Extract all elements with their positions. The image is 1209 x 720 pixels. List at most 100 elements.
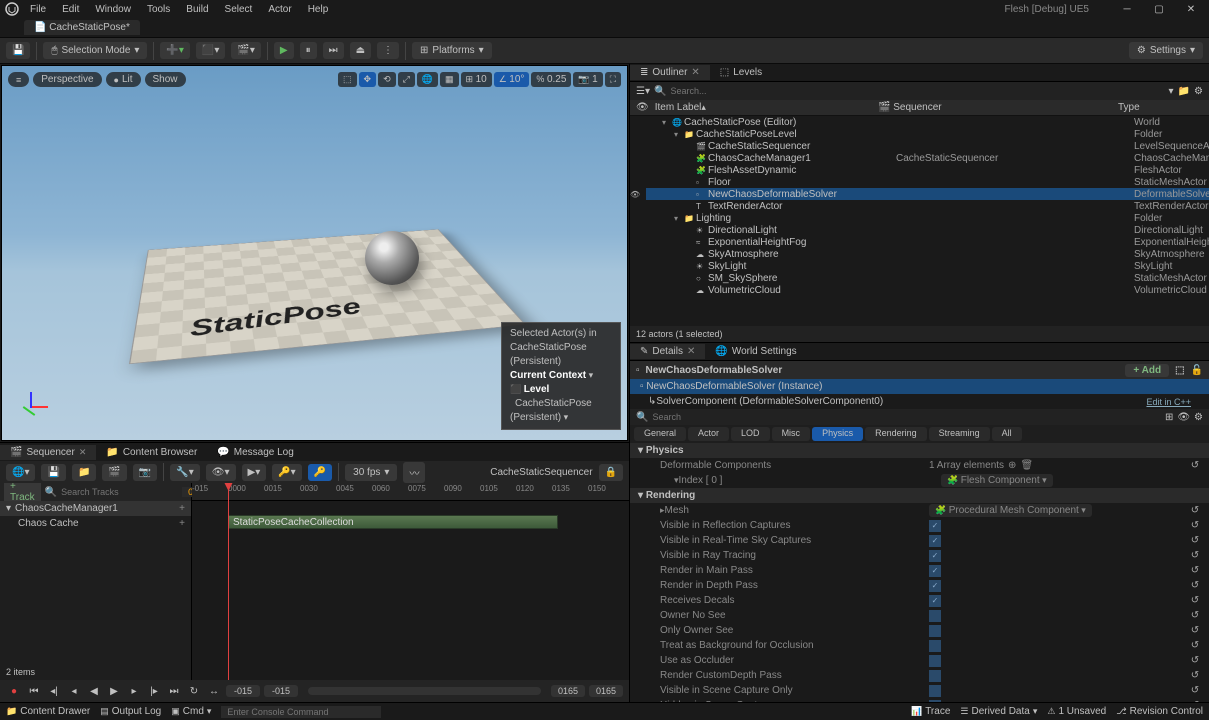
menu-build[interactable]: Build <box>178 2 216 17</box>
seq-clip[interactable]: StaticPoseCacheCollection <box>228 515 558 529</box>
menu-window[interactable]: Window <box>87 2 139 17</box>
reset-icon[interactable]: ↺ <box>1189 685 1201 696</box>
reset-icon[interactable]: ↺ <box>1189 565 1201 576</box>
outliner-row[interactable]: ☀SkyLightSkyLight <box>646 260 1209 272</box>
pause-button[interactable]: ⏸ <box>300 42 317 59</box>
seq-render-button[interactable]: 🎬 <box>102 464 126 481</box>
scale-snap[interactable]: % 0.25 <box>531 72 571 87</box>
angle-snap[interactable]: ∠ 10° <box>494 72 530 87</box>
maximize-viewport[interactable]: ⛶ <box>605 72 621 87</box>
reset-icon[interactable]: ↺ <box>1189 655 1201 666</box>
seq-work-start[interactable]: -015 <box>264 685 298 697</box>
console-input[interactable] <box>221 706 381 718</box>
tab-details[interactable]: ✎ Details ✕ <box>630 344 705 359</box>
outliner-row[interactable]: ▾📁LightingFolder <box>646 212 1209 224</box>
coord-toggle[interactable]: 🌐 <box>417 72 438 87</box>
gear-icon[interactable]: ⚙ <box>1194 412 1203 423</box>
blueprint-icon[interactable]: ⬚ <box>1175 365 1184 376</box>
outliner-row[interactable]: ○SM_SkySphereStaticMeshActor <box>646 272 1209 284</box>
prev-key-button[interactable]: ◂| <box>46 683 62 699</box>
seq-range-end[interactable]: 0165 <box>589 685 623 697</box>
section-physics[interactable]: ▾ Physics <box>630 443 1209 458</box>
outliner-row[interactable]: ≈ExponentialHeightFogExponentialHeightFo… <box>646 236 1209 248</box>
settings-dropdown[interactable]: ⚙ Settings ▾ <box>1129 42 1203 59</box>
show-dropdown[interactable]: Show <box>145 72 186 87</box>
checkbox[interactable] <box>929 685 941 697</box>
step-fwd-button[interactable]: ▸ <box>126 683 142 699</box>
level-tab[interactable]: 📄 CacheStaticPose* <box>24 20 140 35</box>
outliner-row[interactable]: 🧩ChaosCacheManager1CacheStaticSequencerC… <box>646 152 1209 164</box>
reset-icon[interactable]: ↺ <box>1189 520 1201 531</box>
goto-end-button[interactable]: ⏭ <box>166 683 182 699</box>
outliner-row[interactable]: 👁▫NewChaosDeformableSolverDeformableSolv… <box>646 188 1209 200</box>
viewport[interactable]: ≡ Perspective ● Lit Show ⬚ ✥ ⟲ ⤢ 🌐 ▦ ⊞ 1… <box>1 65 628 441</box>
seq-autokey-button[interactable]: 🔑 <box>308 464 332 481</box>
outliner-row[interactable]: ▫FloorStaticMeshActor <box>646 176 1209 188</box>
reset-icon[interactable]: ↺ <box>1189 550 1201 561</box>
seq-actions-button[interactable]: 🔧▾ <box>170 464 199 481</box>
cmd-dropdown[interactable]: ▣ Cmd ▾ <box>171 706 211 717</box>
seq-playback-button[interactable]: ▶▾ <box>242 464 267 481</box>
tab-message-log[interactable]: 💬 Message Log <box>207 445 304 460</box>
add-component-button[interactable]: + Add <box>1125 364 1169 377</box>
grid-snap[interactable]: ⊞ 10 <box>461 72 492 87</box>
outliner-search-input[interactable] <box>670 86 1164 96</box>
tab-sequencer[interactable]: 🎬 Sequencer ✕ <box>0 445 96 460</box>
outliner-row[interactable]: ☀DirectionalLightDirectionalLight <box>646 224 1209 236</box>
checkbox[interactable] <box>929 670 941 682</box>
outliner-row[interactable]: 🎬CacheStaticSequencerLevelSequenceActor <box>646 140 1209 152</box>
gear-icon[interactable]: ⚙ <box>1194 86 1203 97</box>
seq-curve-button[interactable]: 〰 <box>403 462 425 483</box>
outliner-row[interactable]: ▾🌐CacheStaticPose (Editor)World <box>646 116 1209 128</box>
outliner-row[interactable]: 🧩FleshAssetDynamicFleshActor <box>646 164 1209 176</box>
eye-icon[interactable]: 👁 <box>636 102 649 113</box>
loop-button[interactable]: ↻ <box>186 683 202 699</box>
range-button[interactable]: ↔ <box>206 683 222 699</box>
play-options-button[interactable]: ⋮ <box>377 42 399 59</box>
filter-misc[interactable]: Misc <box>772 427 811 441</box>
step-back-button[interactable]: ◂ <box>66 683 82 699</box>
close-icon[interactable]: ✕ <box>691 67 699 78</box>
play-button[interactable]: ▶ <box>274 42 294 59</box>
translate-tool[interactable]: ✥ <box>359 72 377 87</box>
edit-cpp-link[interactable]: Edit in C++ <box>1146 397 1191 407</box>
checkbox[interactable]: ✓ <box>929 535 941 547</box>
add-icon[interactable]: + <box>179 518 185 529</box>
array-clear-icon[interactable]: 🗑 <box>1020 460 1033 471</box>
marketplace-button[interactable]: ⬛▾ <box>196 42 225 59</box>
outliner-row[interactable]: ▾📁CacheStaticPoseLevelFolder <box>646 128 1209 140</box>
tab-outliner[interactable]: ≣ Outliner ✕ <box>630 65 710 80</box>
tab-levels[interactable]: ⬚ Levels <box>710 65 772 80</box>
viewport-menu-button[interactable]: ≡ <box>8 72 29 87</box>
col-item-label[interactable]: Item Label <box>655 102 702 113</box>
outliner-row[interactable]: ☁VolumetricCloudVolumetricCloud <box>646 284 1209 296</box>
seq-world-button[interactable]: 🌐▾ <box>6 464 35 481</box>
play-reverse-button[interactable]: ◀ <box>86 683 102 699</box>
menu-tools[interactable]: Tools <box>139 2 178 17</box>
seq-camera-button[interactable]: 📷 <box>133 464 157 481</box>
close-icon[interactable]: ✕ <box>79 447 87 458</box>
goto-start-button[interactable]: ⏮ <box>26 683 42 699</box>
seq-playhead[interactable] <box>228 483 229 680</box>
seq-key-button[interactable]: 🔑▾ <box>272 464 301 481</box>
menu-edit[interactable]: Edit <box>54 2 87 17</box>
outliner-row[interactable]: ☁SkyAtmosphereSkyAtmosphere <box>646 248 1209 260</box>
menu-file[interactable]: File <box>22 2 54 17</box>
seq-track-manager[interactable]: ▾ ChaosCacheManager1+ <box>0 501 191 516</box>
surface-snap[interactable]: ▦ <box>440 72 459 87</box>
next-key-button[interactable]: |▸ <box>146 683 162 699</box>
trace-button[interactable]: 📊 Trace <box>911 706 950 717</box>
cinematics-button[interactable]: 🎬▾ <box>231 42 260 59</box>
col-type[interactable]: Type <box>1118 102 1140 113</box>
scale-tool[interactable]: ⤢ <box>398 72 415 87</box>
output-log-button[interactable]: ▤ Output Log <box>100 706 161 717</box>
save-button[interactable]: 💾 <box>6 42 30 59</box>
checkbox[interactable]: ✓ <box>929 550 941 562</box>
folder-icon[interactable]: 📁 <box>1178 86 1190 97</box>
close-button[interactable]: ✕ <box>1177 2 1205 16</box>
reset-icon[interactable]: ↺ <box>1189 670 1201 681</box>
mode-dropdown[interactable]: 🖱 Selection Mode ▾ <box>43 42 147 59</box>
seq-save-button[interactable]: 💾 <box>41 464 65 481</box>
mesh-dropdown[interactable]: 🧩 Procedural Mesh Component ▾ <box>929 504 1092 517</box>
seq-search-input[interactable] <box>61 487 178 497</box>
